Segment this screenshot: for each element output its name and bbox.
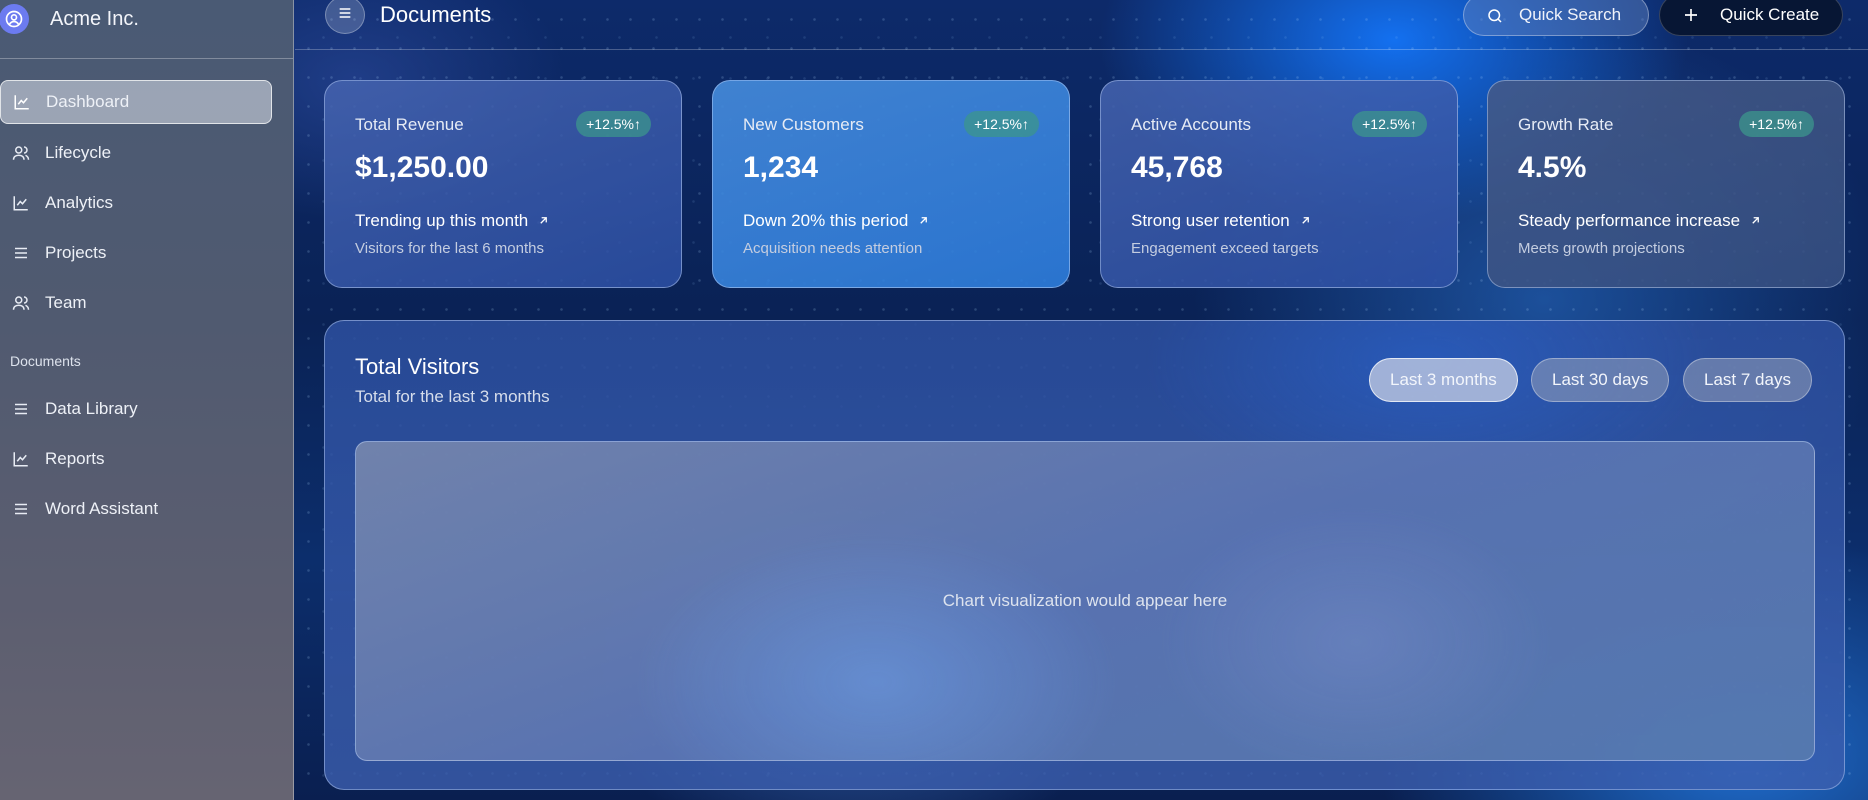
sidebar-item-label: Word Assistant xyxy=(45,499,159,518)
sidebar-item-label: Data Library xyxy=(45,399,138,418)
card-value: 1,234 xyxy=(743,151,819,184)
stat-card-new-customers: New Customers +12.5%↑ 1,234 Down 20% thi… xyxy=(712,80,1070,288)
arrow-up-right-icon xyxy=(1750,211,1761,231)
trend-badge: +12.5%↑ xyxy=(576,111,651,137)
trend-badge: +12.5%↑ xyxy=(1352,111,1427,137)
card-trend-text: Trending up this month xyxy=(355,211,529,230)
sidebar-item-label: Projects xyxy=(45,243,107,262)
sidebar-item-dashboard[interactable]: Dashboard xyxy=(0,80,272,124)
brand-name: Acme Inc. xyxy=(50,8,139,30)
list-icon xyxy=(12,500,30,518)
panel-title: Total Visitors xyxy=(355,354,480,379)
stat-card-active-accounts: Active Accounts +12.5%↑ 45,768 Strong us… xyxy=(1100,80,1458,288)
card-trend-text: Steady performance increase xyxy=(1518,211,1741,230)
card-value: 45,768 xyxy=(1131,151,1223,184)
total-visitors-panel: Total Visitors Total for the last 3 mont… xyxy=(324,320,1845,790)
sidebar-item-projects[interactable]: Projects xyxy=(0,231,272,275)
brand[interactable]: Acme Inc. xyxy=(0,0,294,40)
card-trend: Down 20% this period xyxy=(743,211,929,231)
card-title: Growth Rate xyxy=(1518,115,1614,134)
sidebar-item-analytics[interactable]: Analytics xyxy=(0,181,272,225)
stat-card-growth-rate: Growth Rate +12.5%↑ 4.5% Steady performa… xyxy=(1487,80,1845,288)
card-title: Total Revenue xyxy=(355,115,464,134)
chart-line-icon xyxy=(12,450,30,468)
chart-placeholder-text: Chart visualization would appear here xyxy=(942,591,1228,610)
trend-badge: +12.5%↑ xyxy=(1739,111,1814,137)
arrow-up-right-icon xyxy=(538,211,549,231)
top-header: Documents Quick Search Quick Create xyxy=(295,0,1868,50)
quick-create-button[interactable]: Quick Create xyxy=(1659,0,1843,36)
chart-area: Chart visualization would appear here xyxy=(355,441,1815,761)
sidebar-divider xyxy=(0,58,293,59)
user-circle-icon xyxy=(0,4,29,34)
range-last-3-months-button[interactable]: Last 3 months xyxy=(1369,358,1518,402)
quick-search-label: Quick Search xyxy=(1519,5,1622,24)
card-value: 4.5% xyxy=(1518,151,1587,184)
arrow-up-right-icon xyxy=(1300,211,1311,231)
menu-toggle-button[interactable] xyxy=(325,0,365,34)
range-last-7-days-button[interactable]: Last 7 days xyxy=(1683,358,1812,402)
sidebar-item-label: Analytics xyxy=(45,193,114,212)
menu-icon xyxy=(337,5,353,26)
card-subtext: Meets growth projections xyxy=(1518,240,1685,257)
card-title: New Customers xyxy=(743,115,864,134)
sidebar-item-lifecycle[interactable]: Lifecycle xyxy=(0,131,272,175)
page-title: Documents xyxy=(380,2,492,27)
panel-subtitle: Total for the last 3 months xyxy=(355,387,550,406)
sidebar-item-word-assistant[interactable]: Word Assistant xyxy=(0,487,272,531)
chart-line-icon xyxy=(13,93,31,111)
sidebar-item-label: Lifecycle xyxy=(45,143,112,162)
search-icon xyxy=(1486,7,1504,30)
card-trend: Trending up this month xyxy=(355,211,549,231)
users-icon xyxy=(12,144,30,162)
sidebar-item-reports[interactable]: Reports xyxy=(0,437,272,481)
card-title: Active Accounts xyxy=(1131,115,1252,134)
plus-icon xyxy=(1682,6,1700,29)
chart-line-icon xyxy=(12,194,30,212)
list-icon xyxy=(12,244,30,262)
sidebar: Acme Inc. Dashboard Lifecycle Analytics … xyxy=(0,0,294,800)
card-subtext: Acquisition needs attention xyxy=(743,240,923,257)
quick-search-button[interactable]: Quick Search xyxy=(1463,0,1649,36)
stat-card-total-revenue: Total Revenue +12.5%↑ $1,250.00 Trending… xyxy=(324,80,682,288)
card-subtext: Visitors for the last 6 months xyxy=(355,240,544,257)
trend-badge: +12.5%↑ xyxy=(964,111,1039,137)
sidebar-item-label: Dashboard xyxy=(46,92,130,111)
range-last-30-days-button[interactable]: Last 30 days xyxy=(1531,358,1670,402)
sidebar-section-label: Documents xyxy=(10,353,81,369)
sidebar-item-data-library[interactable]: Data Library xyxy=(0,387,272,431)
card-trend: Strong user retention xyxy=(1131,211,1311,231)
card-subtext: Engagement exceed targets xyxy=(1131,240,1319,257)
card-trend-text: Strong user retention xyxy=(1131,211,1290,230)
users-icon xyxy=(12,294,30,312)
card-trend-text: Down 20% this period xyxy=(743,211,909,230)
sidebar-item-label: Team xyxy=(45,293,87,312)
arrow-up-right-icon xyxy=(918,211,929,231)
card-trend: Steady performance increase xyxy=(1518,211,1761,231)
card-value: $1,250.00 xyxy=(355,151,489,184)
sidebar-item-label: Reports xyxy=(45,449,105,468)
list-icon xyxy=(12,400,30,418)
sidebar-item-team[interactable]: Team xyxy=(0,281,272,325)
quick-create-label: Quick Create xyxy=(1720,5,1820,24)
